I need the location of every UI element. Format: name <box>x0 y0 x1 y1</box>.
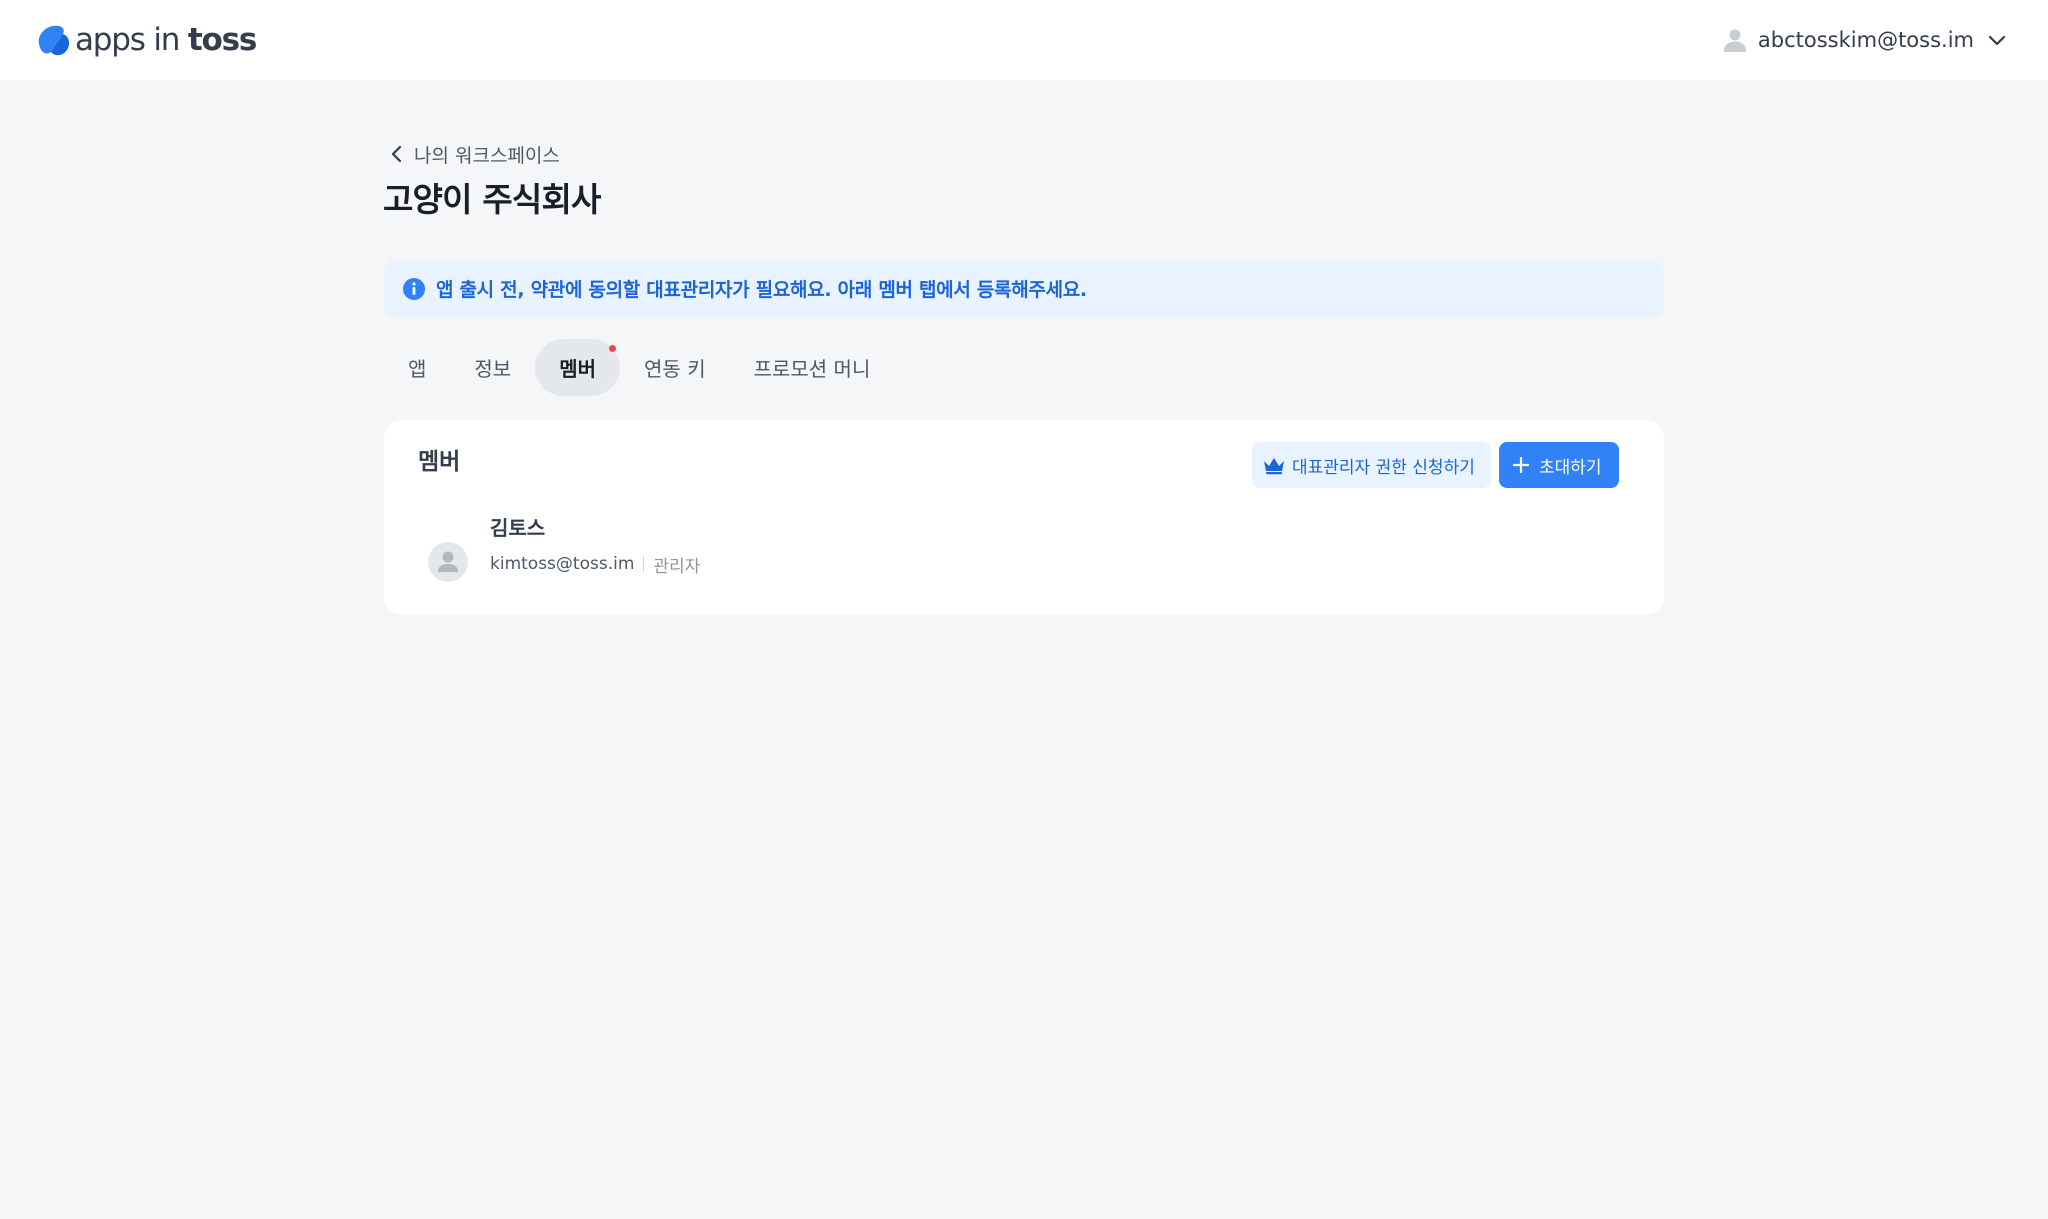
notice-text: 앱 출시 전, 약관에 동의할 대표관리자가 필요해요. 아래 멤버 탭에서 등… <box>436 279 1087 301</box>
member-list-item: 김토스 kimtoss@toss.im 관리자 <box>428 510 1608 590</box>
crown-icon <box>1264 458 1284 475</box>
avatar <box>428 542 468 582</box>
workspace-tabs: 앱 정보 멤버 연동 키 프로모션 머니 <box>384 339 894 396</box>
tab-info[interactable]: 정보 <box>450 339 535 396</box>
tab-label: 프로모션 머니 <box>753 357 871 381</box>
notice-banner: 앱 출시 전, 약관에 동의할 대표관리자가 필요해요. 아래 멤버 탭에서 등… <box>384 260 1664 317</box>
invite-button[interactable]: 초대하기 <box>1499 442 1619 488</box>
meta-divider <box>643 556 645 572</box>
member-name: 김토스 <box>490 516 546 540</box>
page-title: 고양이 주식회사 <box>383 180 601 219</box>
logo-text-bold: toss <box>187 22 257 58</box>
tab-label: 멤버 <box>559 357 597 381</box>
apps-in-toss-logo[interactable]: apps in toss <box>33 22 257 58</box>
user-icon <box>1723 29 1746 52</box>
apply-button-label: 대표관리자 권한 신청하기 <box>1292 457 1475 478</box>
tab-integration-key[interactable]: 연동 키 <box>620 339 730 396</box>
tab-promotion-money[interactable]: 프로모션 머니 <box>730 339 895 396</box>
member-meta: kimtoss@toss.im 관리자 <box>490 550 700 578</box>
tab-app[interactable]: 앱 <box>384 339 450 396</box>
tab-members[interactable]: 멤버 <box>535 339 621 396</box>
info-icon <box>403 277 425 300</box>
notification-dot <box>609 345 617 352</box>
account-menu[interactable]: abctosskim@toss.im <box>1722 22 2008 58</box>
tab-label: 정보 <box>474 357 512 381</box>
chevron-down-icon[interactable] <box>1986 29 2008 51</box>
members-card: 멤버 대표관리자 권한 신청하기 초대하기 김토스 kimtoss@toss.i… <box>384 420 1664 615</box>
plus-icon <box>1512 456 1530 474</box>
chevron-left-icon <box>391 145 402 163</box>
apply-representative-admin-button[interactable]: 대표관리자 권한 신청하기 <box>1252 442 1491 488</box>
account-email: abctosskim@toss.im <box>1757 28 1974 52</box>
invite-button-label: 초대하기 <box>1539 457 1602 478</box>
breadcrumb-label: 나의 워크스페이스 <box>414 144 560 167</box>
tab-label: 연동 키 <box>644 357 706 381</box>
member-email: kimtoss@toss.im <box>490 554 635 574</box>
members-card-title: 멤버 <box>418 449 461 475</box>
logo-mark-icon <box>38 25 70 56</box>
logo-text-light: apps in <box>75 22 188 58</box>
breadcrumb-back-link[interactable]: 나의 워크스페이스 <box>386 139 560 169</box>
tab-label: 앱 <box>408 357 427 381</box>
top-header: apps in toss abctosskim@toss.im <box>0 0 2048 80</box>
member-role: 관리자 <box>653 556 701 577</box>
